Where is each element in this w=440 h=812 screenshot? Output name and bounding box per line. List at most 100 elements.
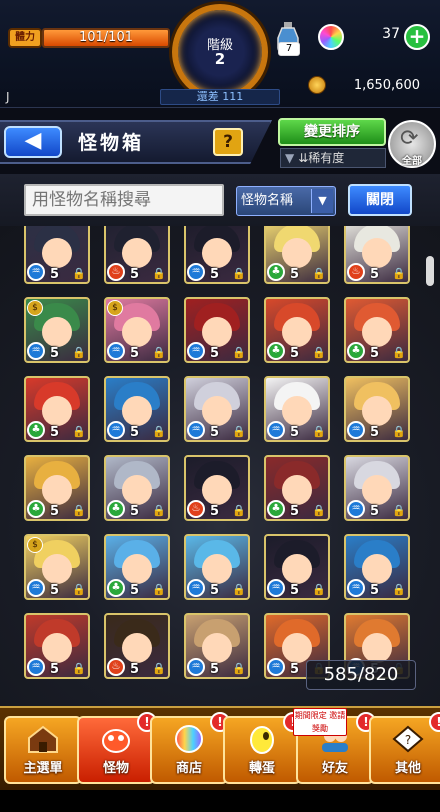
- monster-card[interactable]: ♨ 5 🔒: [104, 613, 170, 679]
- monster-portrait: [362, 396, 392, 426]
- water-element-icon: ♒: [27, 579, 45, 597]
- sort-icon: ⇊: [298, 151, 309, 165]
- wood-element-icon: ♣: [267, 342, 285, 360]
- monster-portrait: [122, 396, 152, 426]
- water-element-icon: ♒: [27, 342, 45, 360]
- lock-icon: 🔒: [152, 425, 166, 438]
- search-field-value: 怪物名稱: [241, 193, 294, 208]
- help-button[interactable]: ?: [213, 128, 243, 156]
- monster-card[interactable]: ♨ 5 🔒: [104, 226, 170, 284]
- monster-level: 5: [370, 583, 380, 598]
- monster-card[interactable]: ♣ 5 🔒: [104, 455, 170, 521]
- add-orb-button[interactable]: +: [404, 24, 430, 50]
- monster-card[interactable]: ♒ 5 🔒: [344, 376, 410, 442]
- monster-portrait: [122, 554, 152, 584]
- monster-level: 5: [50, 267, 60, 282]
- stamina-label: 體力: [8, 28, 42, 48]
- monster-card[interactable]: ♒ 5 🔒: [104, 376, 170, 442]
- alert-badge-icon: !: [429, 712, 440, 732]
- monster-card[interactable]: $ ♒ 5 🔒: [24, 297, 90, 363]
- monster-card[interactable]: ♒ 5 🔒: [264, 376, 330, 442]
- search-field-select[interactable]: 怪物名稱 ▼: [236, 186, 336, 216]
- monster-card[interactable]: ♒ 5 🔒: [184, 226, 250, 284]
- monster-portrait: [362, 475, 392, 505]
- nav-item-monster[interactable]: 怪物!: [77, 712, 157, 784]
- nav-item-house[interactable]: 主選單: [4, 716, 82, 784]
- sort-all-button[interactable]: ⟳ 全部: [388, 120, 436, 168]
- gold-coin-icon: [308, 76, 326, 94]
- monster-level: 5: [130, 504, 140, 519]
- monster-level: 5: [370, 425, 380, 440]
- monster-level: 5: [290, 425, 300, 440]
- nav-item-misc[interactable]: ? 其他!: [369, 712, 440, 784]
- monster-card[interactable]: ♒ 5 🔒: [264, 534, 330, 600]
- lock-icon: 🔒: [392, 504, 406, 517]
- orb-icon: [318, 24, 344, 50]
- monster-level: 5: [290, 662, 300, 677]
- monster-level: 5: [50, 662, 60, 677]
- monster-portrait: [202, 396, 232, 426]
- monster-portrait: [282, 238, 312, 268]
- lock-icon: 🔒: [312, 583, 326, 596]
- wood-element-icon: ♣: [267, 500, 285, 518]
- monster-search-input[interactable]: [24, 184, 224, 216]
- monster-level: 5: [370, 267, 380, 282]
- nav-label: 轉蛋: [248, 761, 275, 776]
- filter-funnel-icon: ▼: [285, 151, 295, 165]
- scrollbar[interactable]: [426, 256, 434, 286]
- water-element-icon: ♒: [267, 658, 285, 676]
- monster-portrait: [202, 317, 232, 347]
- monster-card[interactable]: ♣ 5 🔒: [264, 455, 330, 521]
- rank-value: 2: [214, 50, 226, 68]
- nav-item-orb-shop[interactable]: 商店!: [150, 712, 230, 784]
- monster-portrait: [122, 317, 152, 347]
- sort-filter-dropdown[interactable]: ▼ ⇊稀有度: [280, 148, 386, 168]
- change-sort-button[interactable]: 變更排序: [278, 118, 386, 146]
- monster-card[interactable]: ♒ 5 🔒: [344, 455, 410, 521]
- monster-card[interactable]: ♒ 5 🔒: [184, 613, 250, 679]
- nav-label: 好友: [321, 761, 348, 776]
- monster-card[interactable]: ♣ 5 🔒: [264, 226, 330, 284]
- monster-portrait: [42, 238, 72, 268]
- close-search-button[interactable]: 關閉: [348, 184, 412, 216]
- monster-card[interactable]: ♒ 5 🔒: [24, 226, 90, 284]
- monster-card[interactable]: ♣ 5 🔒: [104, 534, 170, 600]
- monster-portrait: [122, 238, 152, 268]
- water-element-icon: ♒: [107, 342, 125, 360]
- monster-portrait: [42, 317, 72, 347]
- lock-icon: 🔒: [232, 583, 246, 596]
- monster-portrait: [122, 633, 152, 663]
- water-element-icon: ♒: [187, 579, 205, 597]
- monster-card[interactable]: ♣ 5 🔒: [344, 297, 410, 363]
- monster-portrait: [42, 554, 72, 584]
- rank-badge[interactable]: 階級 2: [172, 4, 268, 100]
- monster-portrait: [282, 396, 312, 426]
- back-button[interactable]: ◀: [4, 126, 62, 158]
- monster-level: 5: [50, 504, 60, 519]
- lock-icon: 🔒: [72, 504, 86, 517]
- nav-item-gacha-egg[interactable]: 轉蛋!: [223, 712, 303, 784]
- monster-card[interactable]: ♣ 5 🔒: [24, 455, 90, 521]
- water-element-icon: ♒: [267, 579, 285, 597]
- wood-element-icon: ♣: [267, 263, 285, 281]
- monster-card[interactable]: $ ♒ 5 🔒: [104, 297, 170, 363]
- monster-card[interactable]: ♒ 5 🔒: [24, 613, 90, 679]
- monster-card[interactable]: ♨ 5 🔒: [184, 455, 250, 521]
- lock-icon: 🔒: [232, 267, 246, 280]
- monster-card[interactable]: ♨ 5 🔒: [344, 226, 410, 284]
- monster-card[interactable]: ♣ 5 🔒: [24, 376, 90, 442]
- monster-level: 5: [290, 583, 300, 598]
- monster-level: 5: [210, 662, 220, 677]
- monster-card[interactable]: ♒ 5 🔒: [184, 376, 250, 442]
- monster-portrait: [362, 633, 392, 663]
- monster-card[interactable]: ♒ 5 🔒: [184, 297, 250, 363]
- monster-card[interactable]: $ ♒ 5 🔒: [24, 534, 90, 600]
- water-element-icon: ♒: [267, 421, 285, 439]
- chevron-down-icon: ▼: [311, 189, 333, 213]
- refresh-icon: ⟳: [400, 126, 419, 151]
- monster-card[interactable]: ♒ 5 🔒: [344, 534, 410, 600]
- system-nav-bar: [0, 790, 440, 812]
- monster-card[interactable]: ♒ 5 🔒: [184, 534, 250, 600]
- fire-element-icon: ♨: [107, 658, 125, 676]
- monster-card[interactable]: ♣ 5 🔒: [264, 297, 330, 363]
